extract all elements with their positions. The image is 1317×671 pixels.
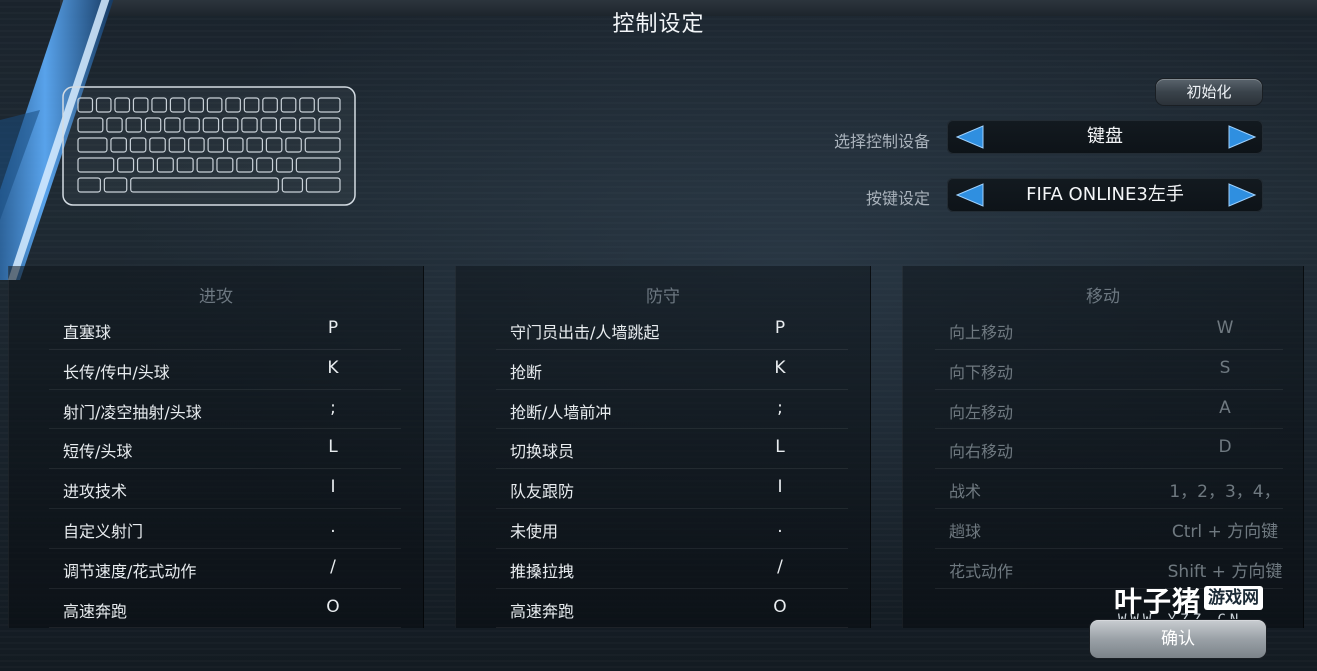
action-label: 切换球员 <box>510 442 575 462</box>
table-row[interactable]: 短传/头球 L <box>49 429 401 470</box>
key-value: 1，2，3，4， <box>1169 482 1281 503</box>
table-row[interactable]: 抢断 K <box>496 350 848 390</box>
key-value: I <box>330 477 336 498</box>
action-label: 战术 <box>949 482 982 502</box>
key-value: K <box>774 357 786 378</box>
table-row[interactable]: 进攻技术 I <box>49 469 401 509</box>
key-value: I <box>777 477 783 498</box>
key-value: . <box>777 516 783 537</box>
table-row[interactable]: 推搡拉拽 / <box>496 549 848 589</box>
action-label: 高速奔跑 <box>63 601 128 621</box>
key-value: ; <box>777 397 783 418</box>
attack-rows: 直塞球 P 长传/传中/头球 K 射门/凌空抽射/头球; 短传/头球 L 进攻技术 I … <box>49 310 401 629</box>
attack-panel: 进攻 直塞球 P 长传/传中/头球 K 射门/凌空抽射/头球; 短传/头球 L 进攻技… <box>8 266 424 629</box>
page-title: 控制设定 <box>612 12 705 37</box>
action-label: 向上移动 <box>949 323 1014 342</box>
move-rows: 向上移动 W 向下移动 S 向左移动 A 向右移动 D 战术 1，2，3，4， 趟球 Ctr… <box>935 310 1283 589</box>
key-value: D <box>1218 437 1232 458</box>
table-row[interactable]: 高速奔跑 O <box>496 589 848 629</box>
table-row[interactable]: 抢断/人墙前冲; <box>496 390 848 430</box>
keyset-value: FIFA ONLINE3左手 <box>1026 184 1184 205</box>
action-label: 短传/头球 <box>63 442 133 462</box>
table-row: 向上移动 W <box>935 310 1283 350</box>
key-value: Ctrl + 方向键 <box>1171 521 1279 542</box>
arrow-left-icon[interactable] <box>955 183 985 207</box>
action-label: 未使用 <box>510 521 559 541</box>
key-value: A <box>1219 397 1231 418</box>
action-label: 向右移动 <box>949 442 1014 462</box>
key-value: K <box>327 357 339 378</box>
key-value: S <box>1219 357 1231 378</box>
keyset-label: 按键设定 <box>865 189 930 208</box>
table-row: 趟球 Ctrl + 方向键 <box>935 509 1283 549</box>
table-row[interactable]: 调节速度/花式动作 / <box>49 549 401 589</box>
confirm-button[interactable]: 确认 <box>1090 620 1266 658</box>
key-value: Shift + 方向键 <box>1167 561 1283 582</box>
action-label: 高速奔跑 <box>510 601 575 621</box>
key-value: L <box>775 437 785 458</box>
key-value: / <box>330 556 336 577</box>
action-label: 调节速度/花式动作 <box>63 561 197 581</box>
table-row[interactable]: 队友跟防 I <box>496 469 848 509</box>
keyboard-icon <box>62 86 356 206</box>
key-value: P <box>774 318 786 338</box>
defense-header: 防守 <box>646 287 680 307</box>
key-value: / <box>777 556 783 577</box>
move-panel: 移动 向上移动 W 向下移动 S 向左移动 A 向右移动 D 战术 1，2，3，4， 趟球… <box>902 266 1304 628</box>
table-row[interactable]: 直塞球 P <box>49 310 401 350</box>
action-label: 射门/凌空抽射/头球 <box>63 402 202 422</box>
action-label: 趟球 <box>949 521 982 541</box>
key-value: O <box>326 596 340 617</box>
table-row[interactable]: 射门/凌空抽射/头球; <box>49 390 401 430</box>
action-label: 长传/传中/头球 <box>63 362 170 382</box>
table-row: 向右移动 D <box>935 429 1283 470</box>
arrow-right-icon[interactable] <box>1227 125 1257 149</box>
attack-header: 进攻 <box>199 287 233 307</box>
key-value: ; <box>330 397 336 418</box>
action-label: 推搡拉拽 <box>510 561 575 581</box>
key-value: O <box>773 596 787 617</box>
table-row[interactable]: 守门员出击/人墙跳起 P <box>496 310 848 350</box>
table-row[interactable]: 未使用. <box>496 509 848 549</box>
table-row: 向左移动 A <box>935 390 1283 430</box>
table-row: 战术 1，2，3，4， <box>935 469 1283 509</box>
device-selector: 键盘 <box>947 120 1263 154</box>
action-label: 向左移动 <box>949 402 1014 422</box>
table-row[interactable]: 高速奔跑 O <box>49 589 401 629</box>
table-row: 向下移动 S <box>935 350 1283 390</box>
key-value: P <box>327 318 339 338</box>
table-row[interactable]: 切换球员 L <box>496 429 848 470</box>
action-label: 守门员出击/人墙跳起 <box>510 323 660 342</box>
action-label: 花式动作 <box>949 561 1014 581</box>
defense-rows: 守门员出击/人墙跳起 P 抢断 K 抢断/人墙前冲; 切换球员 L 队友跟防 I 未使用… <box>496 310 848 629</box>
action-label: 队友跟防 <box>510 482 575 502</box>
action-label: 抢断 <box>510 362 543 382</box>
table-row[interactable]: 长传/传中/头球 K <box>49 350 401 390</box>
initialize-button[interactable]: 初始化 <box>1156 79 1262 105</box>
table-row[interactable]: 自定义射门. <box>49 509 401 549</box>
watermark-badge: 游戏网 <box>1204 586 1263 610</box>
key-value: L <box>328 437 338 458</box>
action-label: 自定义射门 <box>63 521 144 541</box>
move-header: 移动 <box>1086 287 1120 307</box>
action-label: 抢断/人墙前冲 <box>510 402 612 422</box>
arrow-right-icon[interactable] <box>1227 183 1257 207</box>
device-value: 键盘 <box>1087 126 1123 147</box>
defense-panel: 防守 守门员出击/人墙跳起 P 抢断 K 抢断/人墙前冲; 切换球员 L 队友跟防 I … <box>455 266 871 629</box>
keyset-selector: FIFA ONLINE3左手 <box>947 178 1263 212</box>
arrow-left-icon[interactable] <box>955 125 985 149</box>
action-label: 进攻技术 <box>63 482 128 502</box>
action-label: 直塞球 <box>63 323 112 342</box>
key-value: . <box>330 516 336 537</box>
device-label: 选择控制设备 <box>833 132 930 151</box>
key-value: W <box>1216 318 1234 338</box>
action-label: 向下移动 <box>949 362 1014 382</box>
